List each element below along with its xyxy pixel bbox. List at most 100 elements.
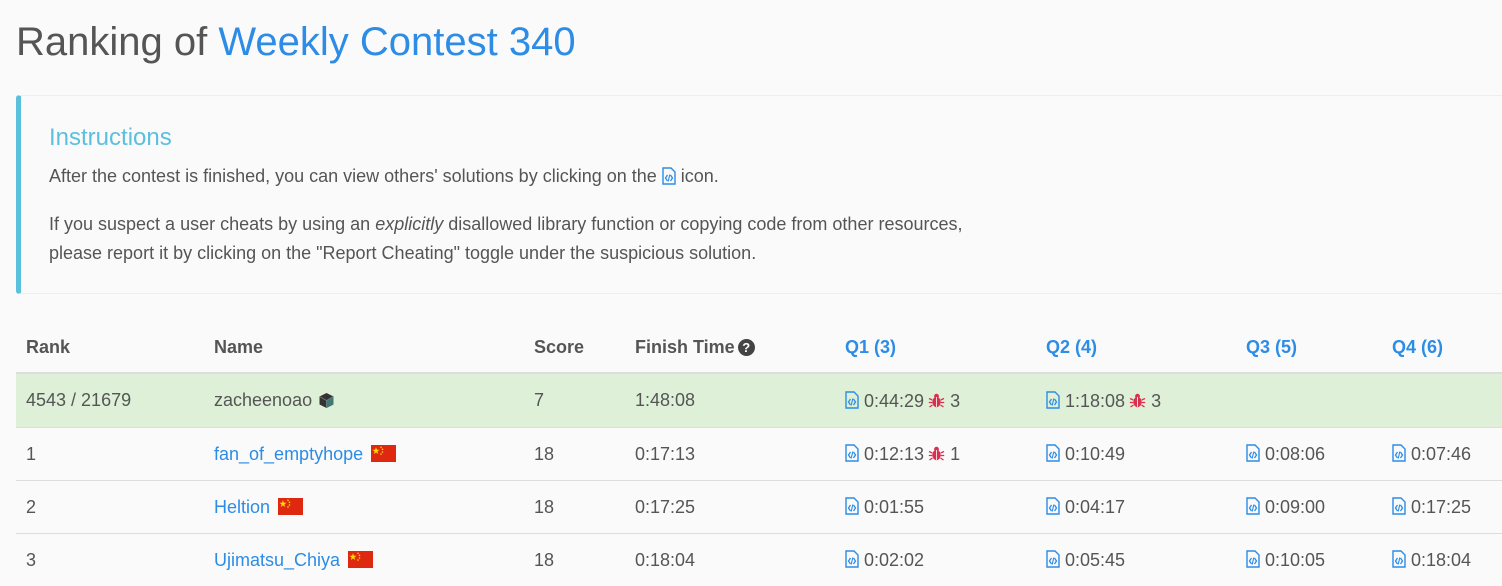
row-q2: 0:04:17: [1036, 481, 1236, 534]
code-file-icon[interactable]: [1046, 497, 1060, 515]
q4-time: 0:17:25: [1411, 497, 1471, 517]
row-score: 18: [524, 534, 625, 586]
instructions-text-2-end: please report it by clicking on the "Rep…: [49, 243, 756, 263]
row-name-cell: Heltion: [204, 481, 524, 534]
header-finish-time-label: Finish Time: [635, 337, 735, 357]
code-file-icon[interactable]: [1046, 391, 1060, 409]
question-circle-icon[interactable]: ?: [738, 339, 755, 356]
bug-icon: [928, 392, 945, 409]
table-row: 3 Ujimatsu_Chiya 18 0:18:04 0:02:02 0:05…: [16, 534, 1502, 586]
q1-bug-count: 1: [950, 444, 960, 464]
code-file-icon[interactable]: [1246, 550, 1260, 568]
china-flag-icon: [371, 445, 396, 462]
row-q4: 0:18:04: [1382, 534, 1502, 586]
q1-time: 0:02:02: [864, 550, 924, 570]
cube-avatar-icon: [318, 392, 335, 409]
row-rank: 3: [16, 534, 204, 586]
row-q1: 0:02:02: [835, 534, 1036, 586]
table-header-row: Rank Name Score Finish Time? Q1 (3) Q2 (…: [16, 323, 1502, 373]
instructions-emphasis: explicitly: [375, 214, 443, 234]
current-user-q4: [1382, 373, 1502, 428]
instructions-text-2: If you suspect a user cheats by using an…: [49, 210, 962, 268]
q1-time: 0:01:55: [864, 497, 924, 517]
header-finish-time: Finish Time?: [625, 323, 835, 373]
row-name-cell: Ujimatsu_Chiya: [204, 534, 524, 586]
header-score: Score: [524, 323, 625, 373]
row-score: 18: [524, 481, 625, 534]
current-user-finish: 1:48:08: [625, 373, 835, 428]
user-link[interactable]: Heltion: [214, 497, 270, 517]
row-q1: 0:01:55: [835, 481, 1036, 534]
q3-time: 0:10:05: [1265, 550, 1325, 570]
instructions-text-1: After the contest is finished, you can v…: [49, 162, 719, 191]
row-finish: 0:17:25: [625, 481, 835, 534]
current-user-rank: 4543 / 21679: [16, 373, 204, 428]
bug-icon: [928, 445, 945, 462]
code-file-icon[interactable]: [845, 444, 859, 462]
current-user-q2: 1:18:08 3: [1036, 373, 1236, 428]
header-q2[interactable]: Q2 (4): [1036, 323, 1236, 373]
contest-link[interactable]: Weekly Contest 340: [218, 20, 575, 64]
row-rank: 2: [16, 481, 204, 534]
china-flag-icon: [348, 551, 373, 568]
header-q3[interactable]: Q3 (5): [1236, 323, 1382, 373]
row-q3: 0:10:05: [1236, 534, 1382, 586]
header-name: Name: [204, 323, 524, 373]
q3-time: 0:08:06: [1265, 444, 1325, 464]
current-user-score: 7: [524, 373, 625, 428]
row-name-cell: fan_of_emptyhope: [204, 428, 524, 481]
instructions-text-1-end: icon.: [676, 166, 719, 186]
instructions-panel: Instructions After the contest is finish…: [16, 95, 1502, 294]
row-finish: 0:18:04: [625, 534, 835, 586]
instructions-text-1-start: After the contest is finished, you can v…: [49, 166, 662, 186]
header-q4[interactable]: Q4 (6): [1382, 323, 1502, 373]
q3-time: 0:09:00: [1265, 497, 1325, 517]
instructions-text-2-middle: disallowed library function or copying c…: [443, 214, 962, 234]
code-file-icon[interactable]: [845, 497, 859, 515]
q1-time: 0:12:13: [864, 444, 924, 464]
current-user-q1: 0:44:29 3: [835, 373, 1036, 428]
row-q1: 0:12:13 1: [835, 428, 1036, 481]
q4-time: 0:18:04: [1411, 550, 1471, 570]
row-rank: 1: [16, 428, 204, 481]
user-link[interactable]: Ujimatsu_Chiya: [214, 550, 340, 570]
code-file-icon[interactable]: [1046, 444, 1060, 462]
code-file-icon: [662, 166, 676, 186]
code-file-icon[interactable]: [1392, 550, 1406, 568]
ranking-table: Rank Name Score Finish Time? Q1 (3) Q2 (…: [16, 323, 1502, 586]
q2-time: 1:18:08: [1065, 390, 1125, 410]
header-q1[interactable]: Q1 (3): [835, 323, 1036, 373]
q1-time: 0:44:29: [864, 390, 924, 410]
table-row: 1 fan_of_emptyhope 18 0:17:13 0:12:13 1 …: [16, 428, 1502, 481]
row-score: 18: [524, 428, 625, 481]
q2-time: 0:10:49: [1065, 444, 1125, 464]
row-q3: 0:09:00: [1236, 481, 1382, 534]
code-file-icon[interactable]: [845, 391, 859, 409]
current-user-q3: [1236, 373, 1382, 428]
page-title: Ranking of Weekly Contest 340: [16, 14, 576, 70]
bug-icon: [1129, 392, 1146, 409]
code-file-icon[interactable]: [1046, 550, 1060, 568]
code-file-icon[interactable]: [1392, 497, 1406, 515]
code-file-icon[interactable]: [1246, 444, 1260, 462]
header-rank: Rank: [16, 323, 204, 373]
row-q2: 0:10:49: [1036, 428, 1236, 481]
user-link[interactable]: fan_of_emptyhope: [214, 444, 363, 464]
table-row: 2 Heltion 18 0:17:25 0:01:55 0:04:17 0:0…: [16, 481, 1502, 534]
q4-time: 0:07:46: [1411, 444, 1471, 464]
code-file-icon[interactable]: [1246, 497, 1260, 515]
q1-bug-count: 3: [950, 390, 960, 410]
row-q2: 0:05:45: [1036, 534, 1236, 586]
page-title-prefix: Ranking of: [16, 20, 218, 64]
instructions-heading: Instructions: [49, 118, 172, 158]
q2-time: 0:05:45: [1065, 550, 1125, 570]
row-q4: 0:17:25: [1382, 481, 1502, 534]
row-q3: 0:08:06: [1236, 428, 1382, 481]
current-user-name: zacheenoao: [214, 390, 312, 410]
code-file-icon[interactable]: [1392, 444, 1406, 462]
q2-bug-count: 3: [1151, 390, 1161, 410]
code-file-icon[interactable]: [845, 550, 859, 568]
current-user-name-cell: zacheenoao: [204, 373, 524, 428]
q2-time: 0:04:17: [1065, 497, 1125, 517]
row-q4: 0:07:46: [1382, 428, 1502, 481]
